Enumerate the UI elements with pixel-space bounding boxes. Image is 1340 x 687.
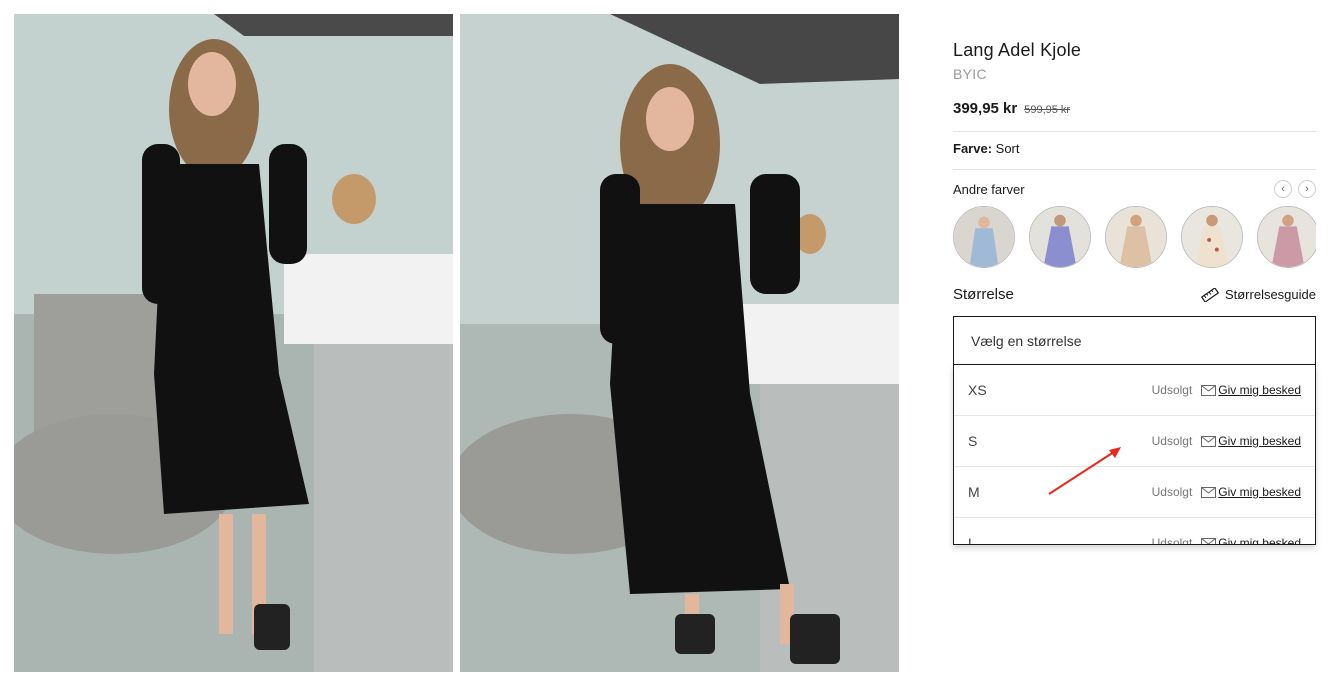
- envelope-icon: [1201, 384, 1217, 396]
- product-gallery: [14, 14, 899, 672]
- size-option-label: L: [968, 535, 976, 545]
- notify-me-link[interactable]: Giv mig besked: [1201, 485, 1301, 499]
- divider: [953, 169, 1316, 170]
- carousel-arrows: ‹ ›: [1274, 180, 1316, 198]
- sold-out-status: Udsolgt: [1151, 434, 1193, 448]
- envelope-icon: [1201, 537, 1217, 544]
- product-title: Lang Adel Kjole: [953, 40, 1082, 60]
- product-photo-side[interactable]: [460, 14, 899, 672]
- swatch-pink-dress[interactable]: [1257, 206, 1316, 268]
- color-value: Sort: [995, 141, 1020, 156]
- size-option-s[interactable]: S Udsolgt Giv mig besked: [954, 416, 1315, 467]
- notify-me-link[interactable]: Giv mig besked: [1201, 383, 1301, 397]
- notify-me-label: Giv mig besked: [1218, 383, 1301, 397]
- notify-me-link[interactable]: Giv mig besked: [1201, 434, 1301, 448]
- chevron-right-icon[interactable]: ›: [1298, 180, 1316, 198]
- other-colors-label: Andre farver: [953, 181, 1025, 197]
- notify-me-link[interactable]: Giv mig besked: [1201, 536, 1301, 545]
- other-colors-header: Andre farver ‹ ›: [953, 180, 1316, 198]
- size-header: Størrelse Størrelsesguide: [953, 286, 1316, 303]
- product-photo-front[interactable]: [14, 14, 453, 672]
- product-brand[interactable]: BYIC: [953, 66, 1316, 82]
- size-select-placeholder: Vælg en størrelse: [971, 332, 1082, 349]
- size-option-xs[interactable]: XS Udsolgt Giv mig besked: [954, 365, 1315, 416]
- color-swatches: [953, 206, 1316, 270]
- swatch-purple-floral-dress[interactable]: [1029, 206, 1091, 268]
- swatch-light-blue-dress[interactable]: [953, 206, 1015, 268]
- notify-me-label: Giv mig besked: [1218, 434, 1301, 448]
- size-option-label: XS: [968, 382, 987, 398]
- size-option-l[interactable]: L Udsolgt Giv mig besked: [954, 518, 1315, 545]
- size-option-label: M: [968, 484, 980, 500]
- ruler-icon: [1200, 287, 1219, 302]
- envelope-icon: [1201, 435, 1217, 447]
- sold-out-status: Udsolgt: [1151, 485, 1193, 499]
- sold-out-status: Udsolgt: [1151, 536, 1193, 545]
- chevron-left-icon[interactable]: ‹: [1274, 180, 1292, 198]
- size-option-m[interactable]: M Udsolgt Giv mig besked: [954, 467, 1315, 518]
- size-label: Størrelse: [953, 286, 1014, 303]
- current-price: 399,95 kr: [953, 100, 1018, 117]
- size-select[interactable]: Vælg en størrelse: [953, 316, 1316, 365]
- color-row: Farve: Sort: [953, 141, 1316, 161]
- size-guide-label: Størrelsesguide: [1224, 287, 1316, 302]
- product-info-panel: Lang Adel Kjole BYIC 399,95 kr 599,95 kr…: [953, 40, 1316, 545]
- size-dropdown[interactable]: XS Udsolgt Giv mig besked S Udsolgt Giv …: [953, 365, 1316, 545]
- notify-me-label: Giv mig besked: [1218, 536, 1301, 545]
- envelope-icon: [1201, 486, 1217, 498]
- size-option-label: S: [968, 433, 978, 449]
- size-guide-link[interactable]: Størrelsesguide: [1200, 287, 1316, 302]
- price-row: 399,95 kr 599,95 kr: [953, 100, 1316, 117]
- swatch-cream-floral-dress[interactable]: [1181, 206, 1243, 268]
- notify-me-label: Giv mig besked: [1218, 485, 1301, 499]
- original-price: 599,95 kr: [1024, 104, 1071, 116]
- divider: [953, 131, 1316, 132]
- sold-out-status: Udsolgt: [1151, 383, 1193, 397]
- color-label: Farve:: [953, 141, 993, 156]
- swatch-beige-dress[interactable]: [1105, 206, 1167, 268]
